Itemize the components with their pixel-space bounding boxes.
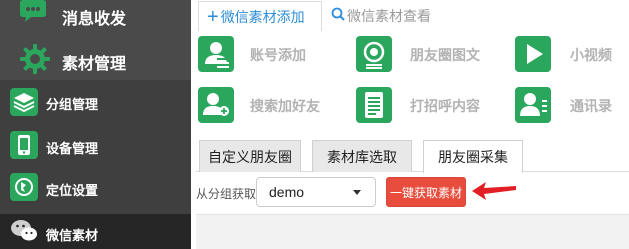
sidebar-item-wechat-material[interactable]: 微信素材 <box>0 214 191 249</box>
location-icon <box>10 173 38 206</box>
sidebar-item-label: 素材管理 <box>62 56 127 73</box>
arrow-left-icon <box>470 178 518 209</box>
tab-add-material[interactable]: + 微信素材添加 <box>198 1 322 31</box>
subtab-moments-collect[interactable]: 朋友圈采集 <box>423 140 523 173</box>
button-label: 一键获取素材 <box>389 185 462 200</box>
group-fetch-label: 从分组获取 <box>196 187 257 201</box>
caret-down-icon <box>353 190 361 195</box>
layers-icon <box>10 88 38 121</box>
group-select-value: demo <box>269 184 305 200</box>
document-icon <box>356 87 392 123</box>
sidebar-item-material-management[interactable]: 素材管理 <box>0 40 191 78</box>
feature-label: 小视频 <box>570 47 612 63</box>
feature-label: 搜索加好友 <box>250 98 320 114</box>
feature-short-video[interactable] <box>515 36 551 72</box>
sidebar-item-label: 消息收发 <box>62 11 127 28</box>
subtab-custom-moments[interactable]: 自定义朋友圈 <box>199 140 301 172</box>
play-icon <box>515 36 551 72</box>
add-friend-icon <box>198 87 234 123</box>
phone-icon <box>10 131 38 164</box>
search-icon <box>331 7 345 26</box>
tab-view-material[interactable]: 微信素材查看 <box>331 4 431 28</box>
sidebar-item-device-management[interactable]: 设备管理 <box>0 126 191 164</box>
feature-label: 朋友圈图文 <box>410 47 480 63</box>
sidebar-item-location-settings[interactable]: 定位设置 <box>0 168 191 206</box>
subtab-label: 素材库选取 <box>327 148 397 165</box>
account-icon <box>198 36 234 72</box>
tab-label: 微信素材查看 <box>347 8 431 24</box>
subtab-label: 朋友圈采集 <box>438 149 508 165</box>
feature-moments-image-text[interactable] <box>356 36 392 72</box>
chat-icon <box>20 0 46 27</box>
subtab-library-select[interactable]: 素材库选取 <box>312 140 412 172</box>
plus-icon: + <box>207 5 219 28</box>
one-click-fetch-button[interactable]: 一键获取素材 <box>386 177 466 207</box>
subtab-label: 自定义朋友圈 <box>208 148 292 165</box>
feature-label: 通讯录 <box>570 98 612 114</box>
wechat-icon <box>10 218 38 249</box>
feature-contacts[interactable] <box>515 87 551 123</box>
sidebar-item-messages[interactable]: 消息收发 <box>0 0 191 32</box>
camera-icon <box>356 36 392 72</box>
contacts-icon <box>515 87 551 123</box>
sidebar-item-label: 微信素材 <box>46 228 99 243</box>
content-area <box>196 214 629 249</box>
feature-label: 账号添加 <box>250 47 306 63</box>
tab-label: 微信素材添加 <box>220 8 305 25</box>
feature-search-add-friend[interactable] <box>198 87 234 123</box>
feature-account-add[interactable] <box>198 36 234 72</box>
sidebar-item-label: 设备管理 <box>46 141 99 156</box>
gear-icon <box>20 44 50 79</box>
sidebar-item-group-management[interactable]: 分组管理 <box>0 84 191 120</box>
feature-label: 打招呼内容 <box>410 98 480 114</box>
group-select[interactable]: demo <box>256 177 376 207</box>
sidebar-item-label: 分组管理 <box>46 97 99 112</box>
sidebar-item-label: 定位设置 <box>46 183 99 198</box>
top-nav: + 微信素材添加 微信素材查看 <box>191 0 629 32</box>
feature-greeting-content[interactable] <box>356 87 392 123</box>
sidebar: 消息收发 素材管理 分组管理 设备管理 定位设置 微信素材 <box>0 0 191 249</box>
